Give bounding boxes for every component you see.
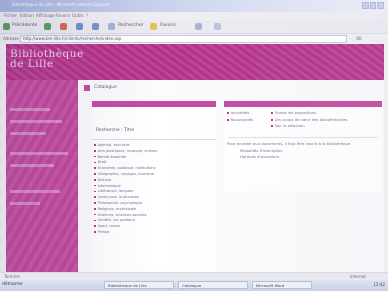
divider [228,137,378,138]
menu-edit[interactable]: Edition [20,13,34,18]
access-note: Pour accéder aux documents, il faut être… [227,141,351,146]
forward-arrow-icon[interactable] [44,23,51,30]
breadcrumb-label: Catalogue [94,85,117,90]
new-titles-link[interactable]: Nouveautés [227,117,253,122]
search-title-link[interactable]: Recherche : Titre [96,128,134,133]
selection-link[interactable]: Voir la sélection [271,123,305,128]
zone-text: Internet [350,274,366,279]
menu-bar: Fichier Edition Affichage Favoris Outils… [0,12,388,20]
registration-link[interactable]: Modalités d'inscription [240,148,283,153]
breadcrumb: Catalogue [84,84,380,94]
stop-icon[interactable] [60,23,67,30]
exhibitions-link[interactable]: Toutes les expositions [271,110,316,115]
home-icon[interactable] [92,23,99,30]
status-bar: Terminé Internet [0,272,388,280]
menu-view[interactable]: Affichage [36,13,55,18]
address-bar: Adresse http://www.bm-lille.fr/clients/r… [0,34,388,43]
web-page: Bibliothèque de Lille Catalogue Recherch… [6,44,384,272]
menu-file[interactable]: Fichier [4,13,17,18]
taskbar-window-button[interactable]: Microsoft Word [252,281,312,289]
window-titlebar: Bibliothèque de Lille - Microsoft Intern… [0,0,388,12]
opening-hours-link[interactable]: Horaires d'ouverture [240,154,279,159]
site-title[interactable]: Bibliothèque de Lille [10,49,84,70]
taskbar-window-button[interactable]: Bibliothèque de Lille [104,281,174,289]
panel-header [224,101,382,107]
menu-tools[interactable]: Outils [72,13,84,18]
history-icon[interactable] [195,23,202,30]
search-button[interactable]: Rechercher [118,23,143,28]
menu-favorites[interactable]: Favoris [56,13,70,18]
back-button[interactable]: Précédente [12,23,37,28]
window-controls[interactable] [362,2,385,9]
favorites-star-icon[interactable] [150,23,157,30]
sidebar-item[interactable] [10,108,50,111]
sidebar-item[interactable] [10,132,46,135]
sidebar-item[interactable] [10,120,62,123]
taskbar: démarrer Bibliothèque de Lille Catalogue… [0,280,388,291]
catalogue-icon [84,85,90,91]
go-button[interactable]: OK [356,36,362,41]
search-panel: Recherche : Titre Agenda, annuaire Arts … [92,101,216,271]
taskbar-window-button[interactable]: Catalogue [178,281,248,289]
sidebar-item[interactable] [10,202,40,205]
mail-icon[interactable] [214,23,221,30]
news-link[interactable]: Actualités [227,110,249,115]
clock: 15:42 [373,282,385,287]
sidebar-nav [6,80,78,272]
panel-header [92,101,216,107]
sidebar-item[interactable] [10,152,68,155]
favorites-button[interactable]: Favoris [160,23,176,28]
refresh-icon[interactable] [76,23,83,30]
address-url[interactable]: http://www.bm-lille.fr/clients/recherche… [23,36,121,41]
toolbar: Précédente Rechercher Favoris [0,20,388,34]
status-text: Terminé [4,274,20,279]
sidebar-item[interactable] [10,190,60,193]
start-button[interactable]: démarrer [2,282,23,287]
divider [92,139,216,140]
search-icon[interactable] [108,23,115,30]
site-title-line2: de Lille [10,58,54,70]
menu-help[interactable]: ? [86,13,88,18]
window-title: Bibliothèque de Lille - Microsoft Intern… [12,2,110,7]
news-panel: Actualités Nouveautés Toutes les exposit… [224,101,382,191]
back-arrow-icon[interactable] [3,23,10,30]
address-label: Adresse [3,36,19,41]
category-list: Agenda, annuaire Arts plastiques, musiqu… [92,143,158,236]
category-item[interactable]: Presse [92,230,158,236]
site-banner: Bibliothèque de Lille [6,44,384,80]
favorites-picks-link[interactable]: Les coups de cœur des bibliothécaires [271,117,347,122]
sidebar-item[interactable] [10,164,54,167]
